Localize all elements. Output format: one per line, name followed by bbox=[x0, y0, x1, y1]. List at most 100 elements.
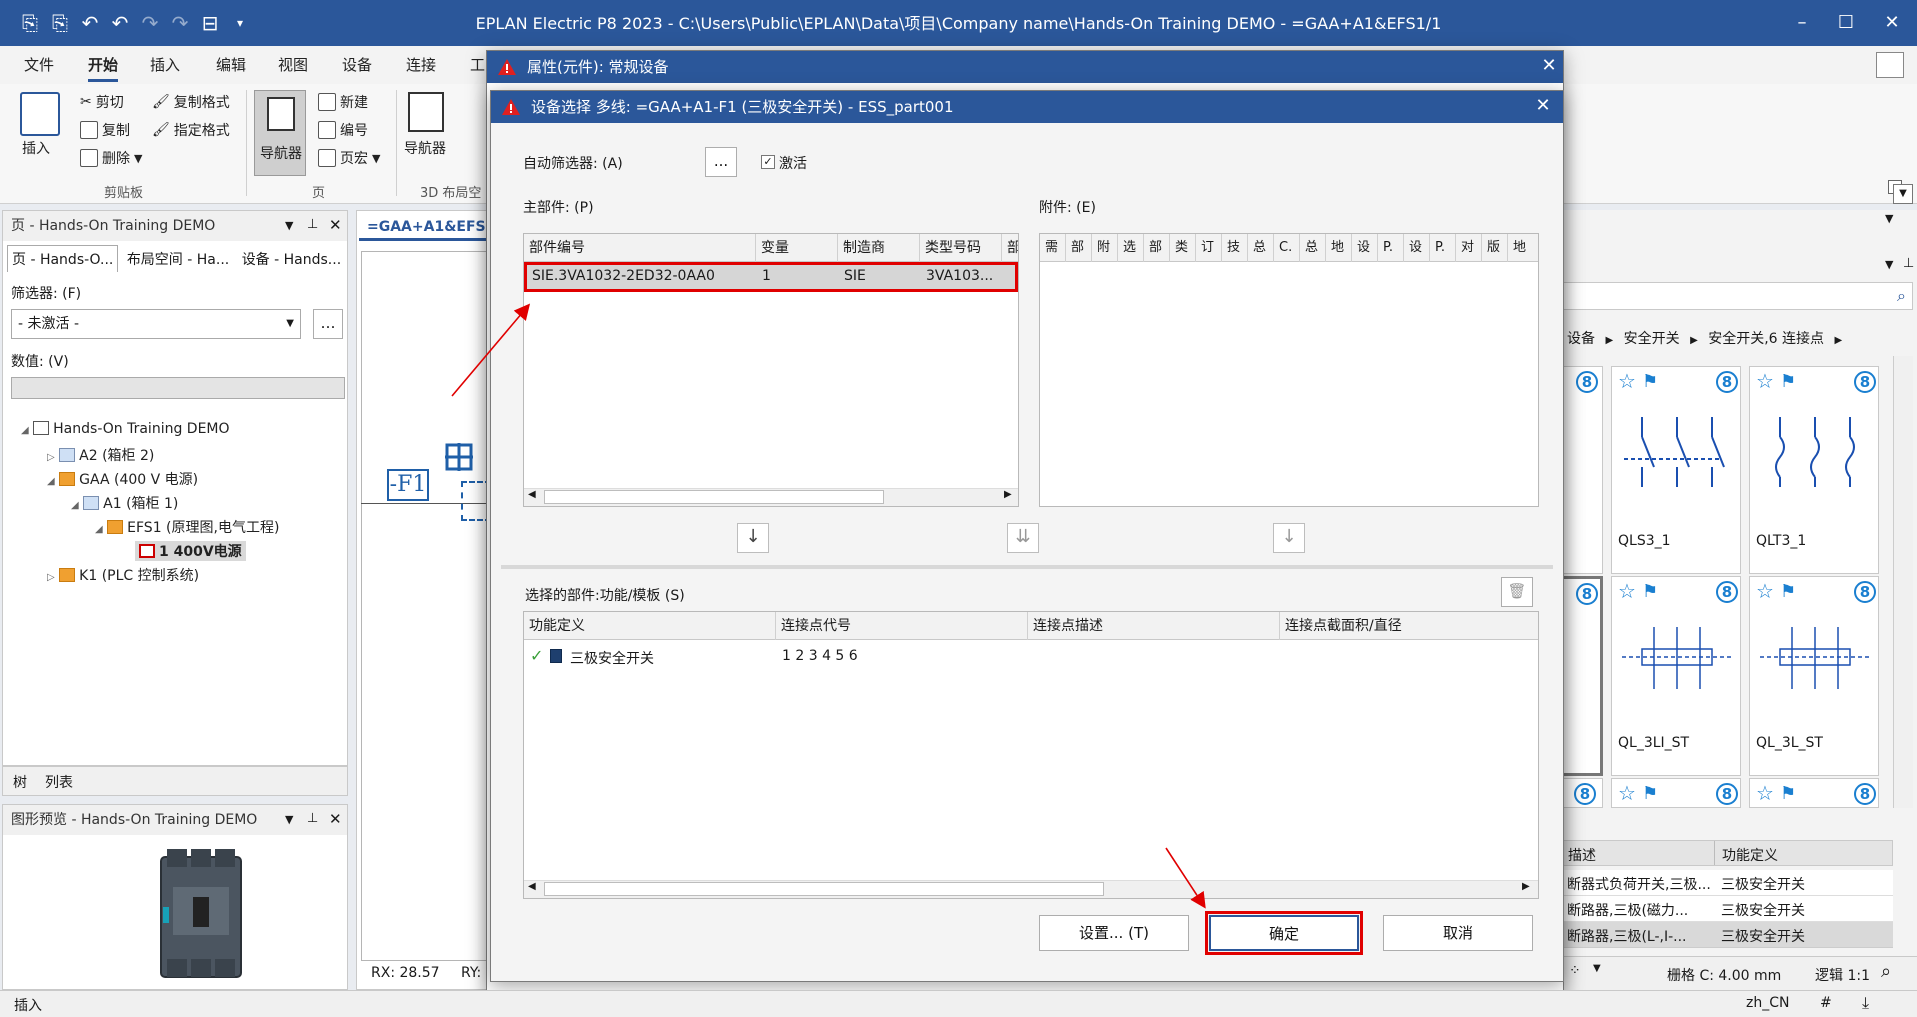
tree-node-k1[interactable]: ▷ K1 (PLC 控制系统) bbox=[47, 565, 199, 585]
accessory-down-button[interactable]: ↓ bbox=[1273, 523, 1305, 553]
favorite-star-icon[interactable]: ☆ bbox=[1756, 781, 1774, 805]
cut-button[interactable]: ✂ 剪切 bbox=[80, 92, 124, 112]
col-type-number[interactable]: 类型号码 bbox=[920, 234, 1002, 262]
tab-device[interactable]: 设备 bbox=[342, 54, 372, 75]
page-navigator-button[interactable]: 导航器 bbox=[254, 90, 306, 176]
filter-more-button[interactable]: … bbox=[313, 309, 343, 339]
values-field[interactable] bbox=[11, 377, 345, 399]
maximize-button[interactable]: ☐ bbox=[1826, 10, 1866, 36]
move-down-button[interactable]: ↓ bbox=[737, 523, 769, 553]
drawing-area[interactable]: =GAA+A1&EFS1 -F1 RX: 28.57 RY: bbox=[356, 210, 504, 990]
favorite-star-icon[interactable]: ☆ bbox=[1756, 369, 1774, 393]
acc-col[interactable]: 对 bbox=[1456, 234, 1482, 262]
activate-checkbox[interactable]: ✓ bbox=[761, 155, 775, 169]
symbol-tile-partial[interactable]: 8 bbox=[1561, 366, 1603, 574]
expand-icon[interactable]: ◢ bbox=[21, 425, 29, 436]
col-connection-description[interactable]: 连接点描述 bbox=[1028, 612, 1280, 640]
tree-node-project[interactable]: ◢ Hands-On Training DEMO bbox=[21, 421, 230, 437]
chevron-down-icon[interactable]: ▼ bbox=[1593, 963, 1601, 974]
col-connection-points[interactable]: 连接点代号 bbox=[776, 612, 1028, 640]
tab-edit[interactable]: 编辑 bbox=[216, 54, 246, 75]
zoom-icon[interactable]: ⌕ bbox=[1881, 961, 1891, 982]
pin-icon[interactable]: ⊥ bbox=[307, 811, 318, 826]
close-window-button[interactable]: ✕ bbox=[1872, 10, 1912, 36]
filter-select[interactable]: - 未激活 - ▼ bbox=[11, 309, 301, 339]
splitter[interactable] bbox=[501, 565, 1553, 569]
expand-icon[interactable]: ◢ bbox=[47, 476, 55, 487]
bookmark-icon[interactable]: ⚑ bbox=[1780, 783, 1796, 804]
tab-list[interactable]: 列表 bbox=[45, 772, 73, 792]
search-icon[interactable]: ⌕ bbox=[1897, 286, 1906, 306]
bookmark-icon[interactable]: ⚑ bbox=[1642, 783, 1658, 804]
download-icon[interactable]: ⤓ bbox=[1862, 993, 1869, 1013]
acc-col[interactable]: 总 bbox=[1248, 234, 1274, 262]
close-properties-button[interactable]: ✕ bbox=[1537, 55, 1561, 76]
bookmark-icon[interactable]: ⚑ bbox=[1780, 371, 1796, 392]
table-row[interactable]: 断器式负荷开关,三极... 三极安全开关 bbox=[1563, 870, 1893, 896]
tab-file[interactable]: 文件 bbox=[24, 54, 54, 75]
page-macro-button[interactable]: 页宏 ▼ bbox=[318, 148, 380, 168]
acc-col[interactable]: 选 bbox=[1118, 234, 1144, 262]
col-part-number[interactable]: 部件编号 bbox=[524, 234, 756, 262]
close-icon[interactable]: ✕ bbox=[329, 216, 342, 234]
selected-parts-hscrollbar[interactable]: ◀ ▶ bbox=[524, 880, 1538, 898]
panel-menu-icon[interactable]: ▼ bbox=[285, 813, 293, 826]
insert-clipboard-icon[interactable] bbox=[20, 92, 60, 136]
favorite-star-icon[interactable]: ☆ bbox=[1618, 369, 1636, 393]
expand-icon[interactable]: ◢ bbox=[71, 500, 79, 511]
favorite-star-icon[interactable]: ☆ bbox=[1756, 579, 1774, 603]
tab-tools[interactable]: 工 bbox=[470, 54, 485, 75]
copy-button[interactable]: 复制 bbox=[80, 120, 130, 140]
symbol-tile-partial-selected[interactable]: 8 bbox=[1561, 576, 1603, 776]
col-manufacturer[interactable]: 制造商 bbox=[838, 234, 920, 262]
scroll-thumb[interactable] bbox=[544, 490, 884, 504]
acc-col[interactable]: 部 bbox=[1066, 234, 1092, 262]
acc-col[interactable]: 设 bbox=[1352, 234, 1378, 262]
symbol-tile-partial[interactable]: 8 bbox=[1561, 778, 1603, 808]
tab-layout-space[interactable]: 布局空间 - Ha... bbox=[123, 246, 233, 272]
table-row[interactable]: 断路器,三极(磁力... 三极安全开关 bbox=[1563, 896, 1893, 922]
acc-col[interactable]: 订 bbox=[1196, 234, 1222, 262]
acc-col[interactable]: 类 bbox=[1170, 234, 1196, 262]
tree-node-page-1[interactable]: 1 400V电源 bbox=[135, 541, 246, 561]
delete-button[interactable]: 删除 ▼ bbox=[80, 148, 142, 168]
col-function[interactable]: 功能定义 bbox=[1722, 845, 1778, 865]
tree-node-gaa[interactable]: ◢ GAA (400 V 电源) bbox=[47, 469, 198, 489]
scroll-right-icon[interactable]: ▶ bbox=[1004, 489, 1012, 500]
col-function-definition[interactable]: 功能定义 bbox=[524, 612, 776, 640]
bookmark-icon[interactable]: ⚑ bbox=[1780, 581, 1796, 602]
scroll-right-icon[interactable]: ▶ bbox=[1522, 881, 1530, 892]
acc-col[interactable]: 需 bbox=[1040, 234, 1066, 262]
tiles-scrollbar[interactable] bbox=[1893, 356, 1913, 808]
symbol-tile-ql-3li-st[interactable]: ☆ ⚑ 8 QL_3LI_ST bbox=[1611, 576, 1741, 776]
breadcrumb-item[interactable]: 设备 bbox=[1567, 331, 1595, 347]
number-page-button[interactable]: 编号 bbox=[318, 120, 368, 140]
move-all-down-button[interactable]: ⇊ bbox=[1007, 523, 1039, 553]
tree-node-a1[interactable]: ◢ A1 (箱柜 1) bbox=[71, 493, 178, 513]
main-parts-hscrollbar[interactable]: ◀ ▶ bbox=[524, 488, 1018, 506]
acc-col[interactable]: 附 bbox=[1092, 234, 1118, 262]
tab-insert[interactable]: 插入 bbox=[150, 54, 180, 75]
acc-col[interactable]: P. bbox=[1378, 234, 1404, 262]
tree-node-a2[interactable]: ▷ A2 (箱柜 2) bbox=[47, 445, 154, 465]
breadcrumb-item[interactable]: 安全开关 bbox=[1624, 331, 1680, 347]
acc-col[interactable]: 地 bbox=[1508, 234, 1538, 262]
acc-col[interactable]: 总 bbox=[1300, 234, 1326, 262]
symbol-tile-ql-3l-st[interactable]: ☆ ⚑ 8 QL_3L_ST bbox=[1749, 576, 1879, 776]
symbol-tile[interactable]: ☆ ⚑ 8 bbox=[1749, 778, 1879, 808]
close-icon[interactable]: ✕ bbox=[329, 810, 342, 828]
expand-icon[interactable]: ◢ bbox=[95, 524, 103, 535]
col-more[interactable]: 部 bbox=[1002, 234, 1018, 262]
symbol-tile-qlt3[interactable]: ☆ ⚑ 8 QLT3_1 bbox=[1749, 366, 1879, 574]
layout-navigator-button[interactable]: 导航器 bbox=[404, 138, 446, 158]
ribbon-options-icon[interactable] bbox=[1876, 52, 1904, 78]
assign-format-button[interactable]: 🖌 指定格式 bbox=[152, 120, 230, 140]
collapse-icon[interactable]: ▷ bbox=[47, 572, 55, 583]
collapse-icon[interactable]: ▷ bbox=[47, 452, 55, 463]
minimize-button[interactable]: – bbox=[1782, 10, 1822, 36]
pin-icon[interactable]: ⊥ bbox=[1903, 256, 1914, 271]
panel-menu-icon[interactable]: ▼ bbox=[285, 219, 293, 232]
delete-selection-button[interactable]: 🗑 bbox=[1501, 577, 1533, 607]
col-variant[interactable]: 变量 bbox=[756, 234, 838, 262]
favorite-star-icon[interactable]: ☆ bbox=[1618, 781, 1636, 805]
